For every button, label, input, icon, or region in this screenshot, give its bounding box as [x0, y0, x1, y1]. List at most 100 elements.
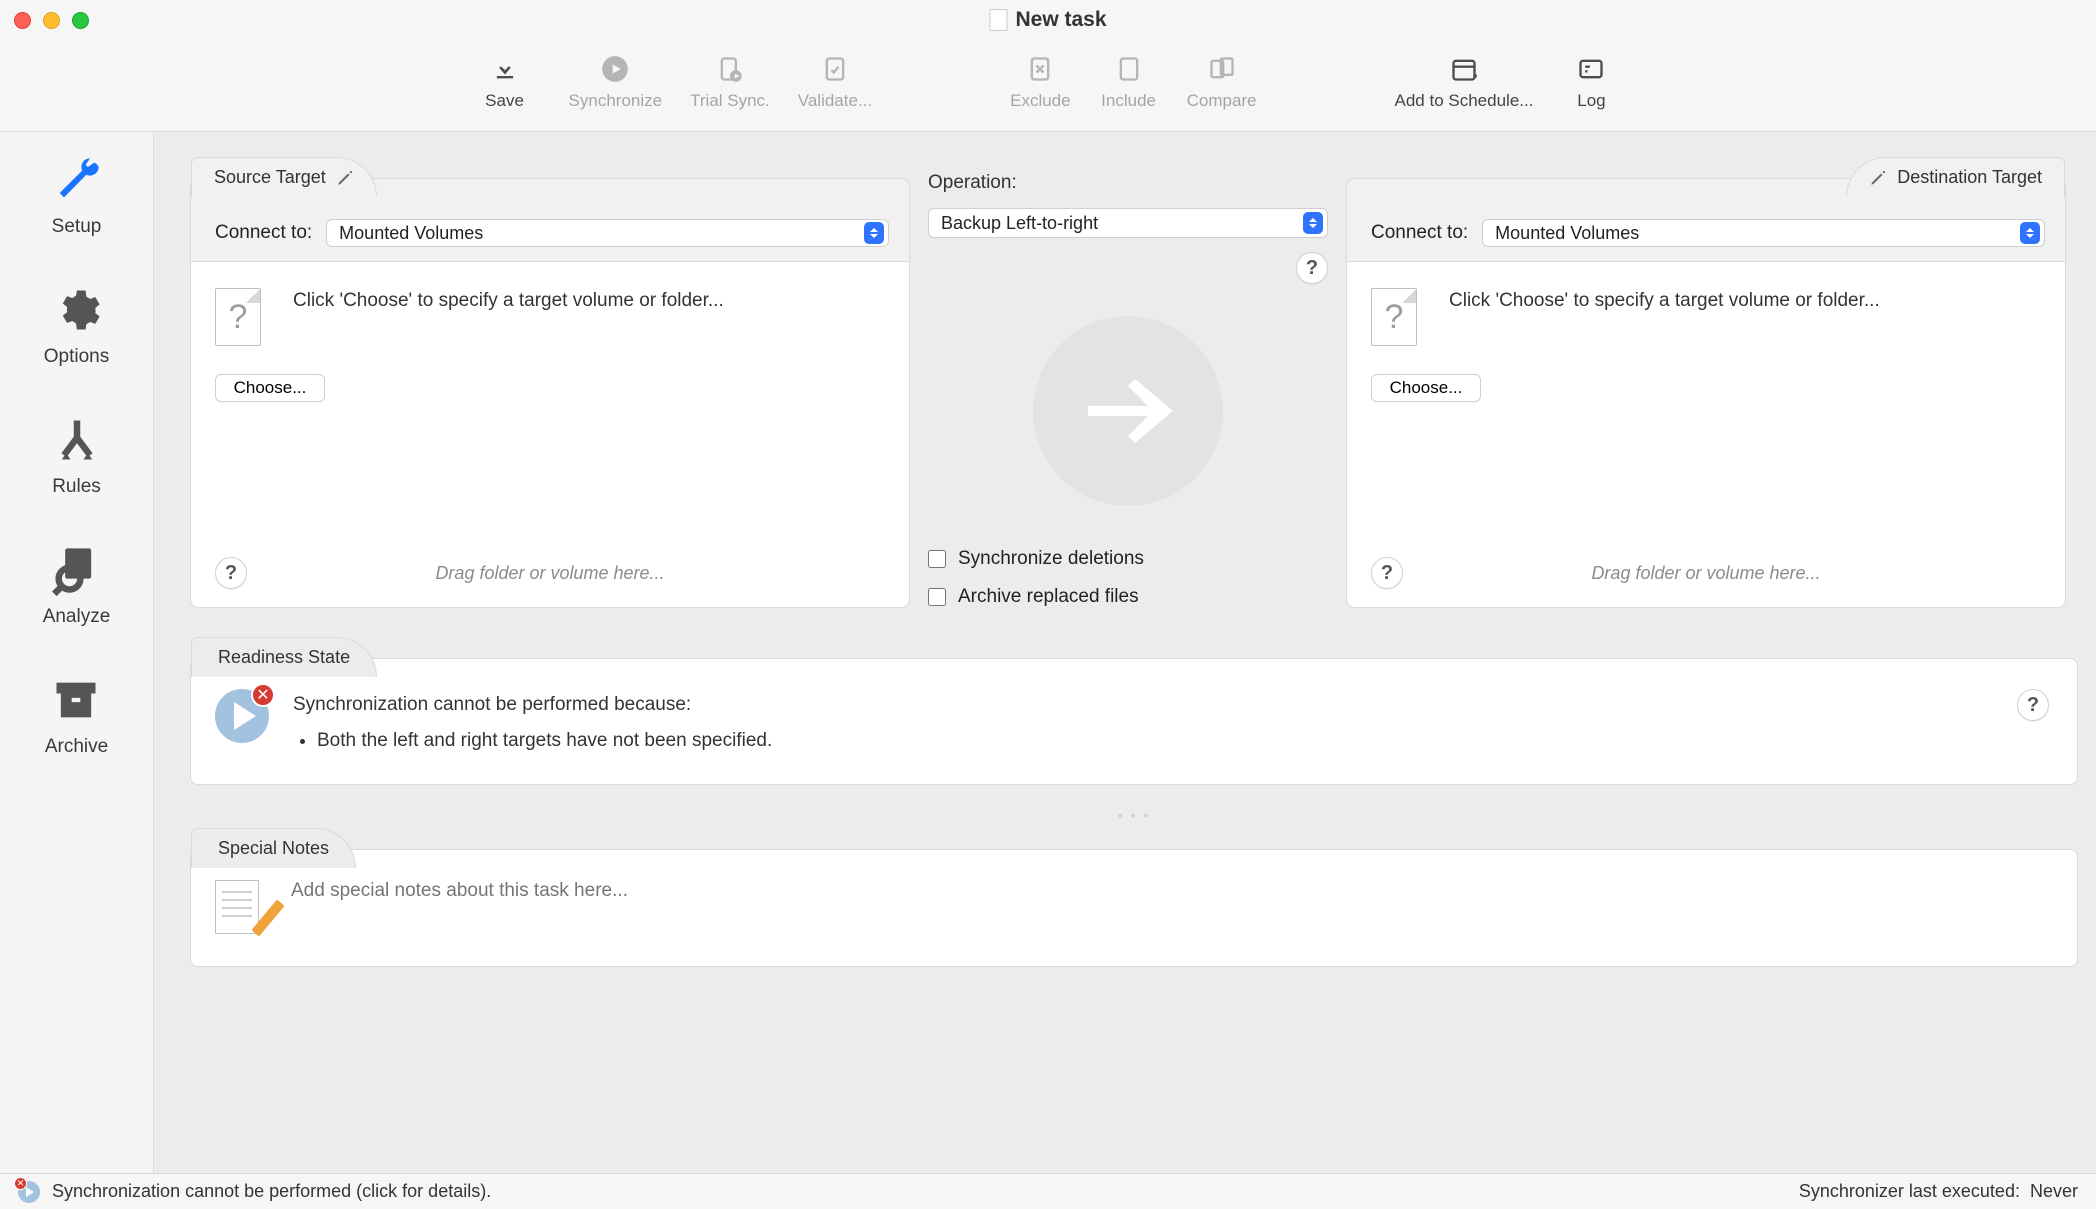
select-arrows-icon	[1303, 212, 1323, 234]
window-title: New task	[989, 8, 1106, 32]
archive-box-icon	[50, 674, 102, 726]
statusbar: ✕ Synchronization cannot be performed (c…	[0, 1173, 2096, 1209]
synchronize-label: Synchronize	[569, 91, 663, 111]
play-circle-icon	[601, 55, 629, 83]
sidebar-item-analyze[interactable]: Analyze	[43, 544, 111, 628]
status-last-exec-value: Never	[2030, 1181, 2078, 1201]
destination-target-title: Destination Target	[1897, 167, 2042, 188]
source-connect-bar: Connect to: Mounted Volumes	[191, 197, 909, 262]
readiness-title: Readiness State	[218, 647, 350, 668]
readiness-bullet: Both the left and right targets have not…	[317, 725, 772, 757]
close-window-button[interactable]	[14, 12, 31, 29]
compare-label: Compare	[1187, 91, 1257, 111]
readiness-status-icon: ✕	[215, 689, 269, 743]
sync-deletions-checkbox[interactable]: Synchronize deletions	[928, 548, 1328, 570]
compare-button[interactable]: Compare	[1187, 55, 1257, 111]
archive-replaced-checkbox[interactable]: Archive replaced files	[928, 586, 1328, 608]
source-target-tab[interactable]: Source Target	[191, 157, 377, 197]
operation-column: Operation: Backup Left-to-right ?	[928, 156, 1328, 608]
log-label: Log	[1577, 91, 1605, 111]
destination-connect-select[interactable]: Mounted Volumes	[1482, 219, 2045, 247]
destination-connect-label: Connect to:	[1371, 222, 1468, 244]
readiness-tab: Readiness State	[191, 637, 377, 677]
operation-label: Operation:	[928, 172, 1328, 194]
source-target-body[interactable]: ? Click 'Choose' to specify a target vol…	[191, 262, 909, 607]
validate-button[interactable]: Validate...	[798, 55, 872, 111]
exclude-label: Exclude	[1010, 91, 1070, 111]
sync-deletions-input[interactable]	[928, 550, 946, 568]
status-right: Synchronizer last executed: Never	[1799, 1181, 2078, 1202]
destination-connect-bar: Connect to: Mounted Volumes	[1347, 197, 2065, 262]
arrow-right-icon	[1068, 351, 1188, 471]
document-icon	[989, 9, 1007, 31]
destination-choose-button[interactable]: Choose...	[1371, 374, 1481, 402]
wrench-icon	[51, 154, 103, 206]
sync-deletions-label: Synchronize deletions	[958, 548, 1144, 570]
magnify-file-icon	[50, 544, 102, 596]
trial-sync-button[interactable]: Trial Sync.	[690, 55, 770, 111]
sidebar-item-archive[interactable]: Archive	[45, 674, 108, 758]
sidebar-item-options[interactable]: Options	[44, 284, 109, 368]
title-text: New task	[1015, 8, 1106, 32]
sidebar: Setup Options Rules Analyze Archive	[0, 132, 154, 1173]
save-label: Save	[485, 91, 524, 111]
file-blank-icon	[1115, 55, 1143, 83]
branch-icon	[51, 414, 103, 466]
minimize-window-button[interactable]	[43, 12, 60, 29]
edit-icon	[336, 169, 354, 187]
destination-drag-hint: Drag folder or volume here...	[1403, 563, 2009, 584]
notes-title: Special Notes	[218, 838, 329, 859]
resize-grip[interactable]: • • •	[190, 807, 2078, 823]
save-button[interactable]: Save	[475, 55, 535, 111]
readiness-help-button[interactable]: ?	[2017, 689, 2049, 721]
operation-value: Backup Left-to-right	[941, 213, 1098, 234]
include-button[interactable]: Include	[1099, 55, 1159, 111]
destination-hint: Click 'Choose' to specify a target volum…	[1449, 288, 1880, 314]
trial-sync-label: Trial Sync.	[690, 91, 770, 111]
sidebar-item-rules[interactable]: Rules	[51, 414, 103, 498]
select-arrows-icon	[864, 222, 884, 244]
source-hint: Click 'Choose' to specify a target volum…	[293, 288, 724, 314]
targets-row: Source Target Connect to: Mounted Volume…	[190, 156, 2078, 608]
add-to-schedule-button[interactable]: Add to Schedule...	[1395, 55, 1534, 111]
unknown-file-icon: ?	[1371, 288, 1417, 346]
source-help-button[interactable]: ?	[215, 557, 247, 589]
destination-target-tab[interactable]: Destination Target	[1846, 157, 2065, 197]
source-connect-value: Mounted Volumes	[339, 223, 483, 244]
exclude-button[interactable]: Exclude	[1010, 55, 1070, 111]
toolbar: Save Synchronize Trial Sync. Validate...…	[0, 40, 2096, 132]
notes-tab: Special Notes	[191, 828, 356, 868]
status-last-exec-label: Synchronizer last executed:	[1799, 1181, 2020, 1201]
direction-arrow	[1033, 316, 1223, 506]
destination-connect-value: Mounted Volumes	[1495, 223, 1639, 244]
source-connect-select[interactable]: Mounted Volumes	[326, 219, 889, 247]
synchronize-button[interactable]: Synchronize	[569, 55, 663, 111]
error-badge-icon: ✕	[251, 683, 275, 707]
add-to-schedule-label: Add to Schedule...	[1395, 91, 1534, 111]
sidebar-item-setup[interactable]: Setup	[51, 154, 103, 238]
destination-help-button[interactable]: ?	[1371, 557, 1403, 589]
notes-textarea[interactable]	[291, 880, 2053, 940]
main-area: Setup Options Rules Analyze Archive Sour…	[0, 132, 2096, 1173]
analyze-label: Analyze	[43, 606, 111, 628]
source-choose-button[interactable]: Choose...	[215, 374, 325, 402]
zoom-window-button[interactable]	[72, 12, 89, 29]
archive-replaced-input[interactable]	[928, 588, 946, 606]
special-notes-panel: Special Notes	[190, 849, 2078, 967]
destination-target-body[interactable]: ? Click 'Choose' to specify a target vol…	[1347, 262, 2065, 607]
operation-select[interactable]: Backup Left-to-right	[928, 208, 1328, 238]
archive-replaced-label: Archive replaced files	[958, 586, 1139, 608]
log-button[interactable]: Log	[1561, 55, 1621, 111]
edit-icon	[1869, 169, 1887, 187]
archive-label: Archive	[45, 736, 108, 758]
titlebar: New task	[0, 0, 2096, 40]
destination-target-panel: Destination Target Connect to: Mounted V…	[1346, 178, 2066, 608]
window-controls	[14, 12, 89, 29]
operation-help-button[interactable]: ?	[1296, 252, 1328, 284]
readiness-panel: Readiness State ✕ Synchronization cannot…	[190, 658, 2078, 785]
source-connect-label: Connect to:	[215, 222, 312, 244]
source-target-panel: Source Target Connect to: Mounted Volume…	[190, 178, 910, 608]
compare-files-icon	[1208, 55, 1236, 83]
status-message[interactable]: Synchronization cannot be performed (cli…	[52, 1181, 491, 1202]
download-icon	[491, 55, 519, 83]
